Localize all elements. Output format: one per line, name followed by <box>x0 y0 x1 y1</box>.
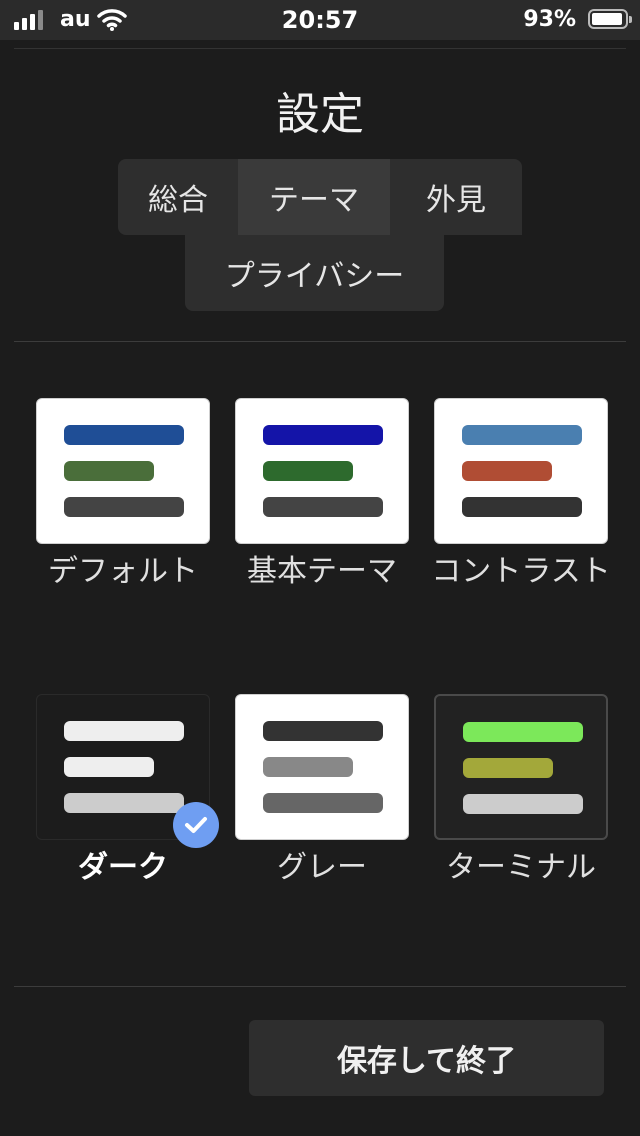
preview-bar <box>463 794 583 814</box>
preview-bar <box>263 497 383 517</box>
preview-bar <box>64 721 184 741</box>
tab-privacy[interactable]: プライバシー <box>185 235 444 311</box>
preview-bar <box>263 757 353 777</box>
theme-label: グレー <box>277 850 367 885</box>
theme-preview-card[interactable] <box>36 398 210 544</box>
divider <box>14 341 626 342</box>
theme-preview-card[interactable] <box>434 694 608 840</box>
checkmark-icon <box>173 802 219 848</box>
preview-bar <box>263 721 383 741</box>
preview-bar <box>263 793 383 813</box>
tab-appearance[interactable]: 外見 <box>390 159 522 235</box>
preview-bar <box>263 425 383 445</box>
preview-bar <box>64 425 184 445</box>
save-and-exit-button[interactable]: 保存して終了 <box>249 1020 604 1096</box>
status-bar: au 20:57 93% <box>0 0 640 40</box>
theme-label: ターミナル <box>446 850 596 885</box>
preview-bar <box>263 461 353 481</box>
theme-preview-card[interactable] <box>235 398 409 544</box>
preview-bar <box>64 757 154 777</box>
preview-bar <box>64 497 184 517</box>
preview-bar <box>462 461 552 481</box>
battery-percent: 93% <box>523 7 576 32</box>
theme-label: ダーク <box>78 850 168 885</box>
theme-preview-card[interactable] <box>434 398 608 544</box>
theme-label: コントラスト <box>431 554 611 589</box>
theme-label: 基本テーマ <box>247 554 397 589</box>
preview-bar <box>463 722 583 742</box>
divider <box>14 986 626 987</box>
theme-preview-card[interactable] <box>235 694 409 840</box>
preview-bar <box>64 461 154 481</box>
battery-icon <box>588 9 632 29</box>
tab-theme[interactable]: テーマ <box>238 159 390 235</box>
preview-bar <box>463 758 553 778</box>
tab-general[interactable]: 総合 <box>118 159 238 235</box>
divider <box>14 48 626 49</box>
preview-bar <box>462 425 582 445</box>
page-title: 設定 <box>276 89 364 140</box>
preview-bar <box>64 793 184 813</box>
preview-bar <box>462 497 582 517</box>
theme-label: デフォルト <box>48 554 198 589</box>
